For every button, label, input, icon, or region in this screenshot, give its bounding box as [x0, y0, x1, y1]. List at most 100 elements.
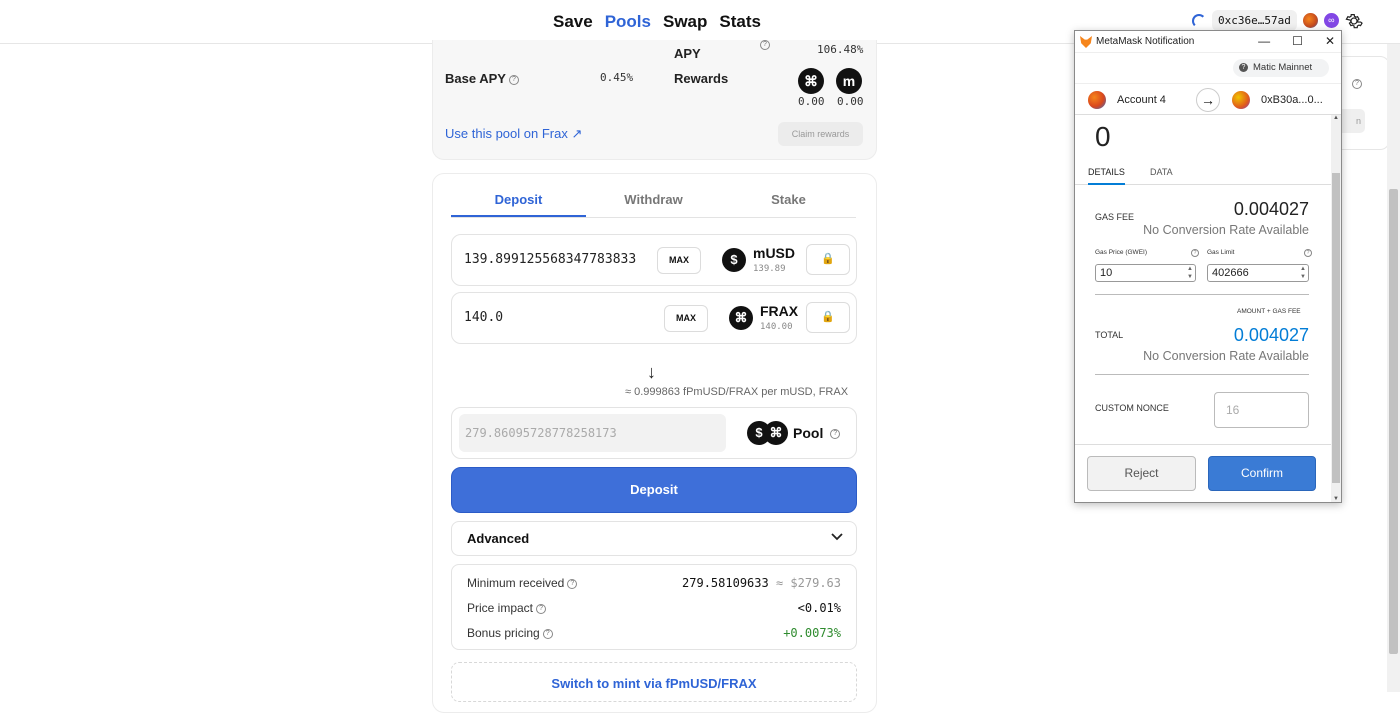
metamask-window-title: MetaMask Notification — [1096, 36, 1195, 47]
arrow-down-icon: ↓ — [647, 362, 656, 382]
pool-output-row: 279.86095728778258173 $ ⌘ Pool ? — [451, 407, 857, 459]
wallet-address[interactable]: 0xc36e…57ad — [1212, 10, 1297, 31]
rewards-label: Rewards — [674, 71, 729, 86]
nav-swap[interactable]: Swap — [663, 12, 707, 32]
musd-balance: 139.89 — [753, 264, 786, 274]
apy-info-icon[interactable]: ? — [760, 40, 770, 50]
base-apy-value: 0.45% — [600, 71, 634, 84]
tab-data[interactable]: DATA — [1150, 167, 1173, 177]
main-nav: Save Pools Swap Stats — [553, 12, 761, 32]
reward-1-value: 0.00 — [798, 95, 825, 108]
min-received-info-icon[interactable]: ? — [567, 578, 578, 589]
metamask-titlebar: MetaMask Notification — ☐ ✕ — [1075, 31, 1341, 53]
base-apy-info-icon[interactable]: ? — [508, 74, 519, 85]
stepper-icon[interactable]: ▲ ▼ — [1300, 265, 1306, 281]
gas-limit-info-icon[interactable]: ? — [1304, 249, 1312, 257]
polygon-network-icon[interactable]: ∞ — [1323, 13, 1339, 28]
frax-pool-icon: ⌘ — [764, 421, 788, 445]
pool-label: Pool ? — [793, 425, 841, 441]
musd-input-row: 139.899125568347783833 MAX $ mUSD 139.89… — [451, 234, 857, 286]
price-impact-label: Price impact? — [467, 601, 547, 615]
bonus-pricing-value: +0.0073% — [783, 626, 841, 640]
tab-details[interactable]: DETAILS — [1088, 167, 1125, 185]
total-conversion: No Conversion Rate Available — [1143, 349, 1309, 363]
musd-token-name: mUSD — [753, 245, 796, 261]
from-account-name: Account 4 — [1117, 94, 1166, 106]
base-apy-label: Base APY? — [445, 71, 519, 86]
from-account-avatar — [1088, 91, 1106, 109]
tab-withdraw[interactable]: Withdraw — [586, 188, 721, 217]
musd-amount-input[interactable]: 139.899125568347783833 — [464, 252, 636, 267]
exchange-rate: ≈ 0.999863 fPmUSD/FRAX per mUSD, FRAX — [625, 386, 849, 398]
to-account-address: 0xB30a...0... — [1261, 94, 1323, 106]
tab-deposit[interactable]: Deposit — [451, 188, 586, 217]
reward-2-value: 0.00 — [837, 95, 864, 108]
to-account-avatar — [1232, 91, 1250, 109]
gear-icon[interactable] — [1345, 12, 1363, 30]
frax-balance: 140.00 — [760, 322, 793, 332]
external-link-icon: ↗ — [571, 126, 583, 141]
gas-price-info-icon[interactable]: ? — [1191, 249, 1199, 257]
gas-price-input[interactable]: 10 ▲ ▼ — [1095, 264, 1196, 282]
tab-stake[interactable]: Stake — [721, 188, 856, 217]
nav-stats[interactable]: Stats — [719, 12, 761, 32]
price-impact-value: <0.01% — [797, 601, 841, 615]
mta-token-icon: m — [836, 68, 862, 94]
pool-info-icon[interactable]: ? — [830, 429, 841, 440]
confirm-button[interactable]: Confirm — [1208, 456, 1316, 491]
stepper-icon[interactable]: ▲ ▼ — [1187, 265, 1193, 281]
wallet-avatar-icon[interactable] — [1302, 13, 1318, 28]
metamask-footer: Reject Confirm — [1075, 444, 1333, 502]
page-scrollbar[interactable] — [1387, 44, 1400, 692]
reject-button[interactable]: Reject — [1087, 456, 1196, 491]
musd-token-icon: $ — [722, 248, 746, 272]
lock-icon: 🔒 — [821, 311, 835, 323]
bonus-pricing-info-icon[interactable]: ? — [542, 628, 553, 639]
gas-price-label: Gas Price (GWEI) — [1095, 249, 1148, 256]
custom-nonce-input[interactable]: 16 — [1214, 392, 1309, 428]
gas-fee-conversion: No Conversion Rate Available — [1143, 223, 1309, 237]
lock-icon: 🔒 — [821, 253, 835, 265]
minimum-received-label: Minimum received? — [467, 576, 578, 590]
metamask-scrollbar[interactable]: ▲ ▼ — [1331, 115, 1341, 502]
info-icon: ? — [1352, 79, 1362, 89]
musd-lock-button[interactable]: 🔒 — [806, 244, 850, 275]
frax-lock-button[interactable]: 🔒 — [806, 302, 850, 333]
network-selector[interactable]: ? Matic Mainnet — [1233, 59, 1329, 77]
loading-spinner-icon — [1192, 13, 1206, 28]
divider — [1095, 374, 1309, 375]
maximize-icon[interactable]: ☐ — [1292, 34, 1303, 48]
frax-max-button[interactable]: MAX — [664, 305, 708, 332]
nav-save[interactable]: Save — [553, 12, 593, 32]
bonus-pricing-label: Bonus pricing? — [467, 626, 553, 640]
divider — [1095, 294, 1309, 295]
advanced-label: Advanced — [467, 531, 530, 546]
gas-fee-label: GAS FEE — [1095, 212, 1135, 222]
action-tabs: Deposit Withdraw Stake — [451, 188, 856, 218]
page-scrollbar-thumb[interactable] — [1389, 189, 1398, 654]
account-transfer-row: Account 4 → 0xB30a...0... — [1075, 83, 1341, 115]
nav-pools[interactable]: Pools — [605, 12, 651, 32]
close-icon[interactable]: ✕ — [1325, 34, 1335, 48]
arrow-right-icon: → — [1196, 88, 1220, 112]
advanced-toggle[interactable]: Advanced — [451, 521, 857, 556]
musd-max-button[interactable]: MAX — [657, 247, 701, 274]
minimize-icon[interactable]: — — [1258, 34, 1270, 48]
scroll-down-icon[interactable]: ▼ — [1333, 496, 1339, 502]
claim-rewards-button[interactable]: Claim rewards — [778, 122, 863, 146]
deposit-button[interactable]: Deposit — [451, 467, 857, 513]
switch-mint-link[interactable]: Switch to mint via fPmUSD/FRAX — [451, 662, 857, 702]
price-impact-info-icon[interactable]: ? — [536, 603, 547, 614]
frax-share-token-icon: ⌘ — [798, 68, 824, 94]
metamask-tabs: DETAILS DATA — [1075, 159, 1333, 185]
gas-limit-label: Gas Limit — [1207, 249, 1235, 256]
metamask-scrollbar-thumb[interactable] — [1332, 173, 1340, 483]
gas-fee-value: 0.004027 — [1233, 199, 1309, 219]
amount-gas-fee-label: AMOUNT + GAS FEE — [1237, 308, 1301, 315]
minimum-received-value: 279.58109633 ≈ $279.63 — [682, 576, 841, 590]
scroll-up-icon[interactable]: ▲ — [1333, 115, 1339, 121]
use-pool-on-frax-link[interactable]: Use this pool on Frax ↗ — [445, 126, 582, 142]
gas-limit-input[interactable]: 402666 ▲ ▼ — [1207, 264, 1309, 282]
frax-amount-input[interactable]: 140.0 — [464, 310, 503, 325]
frax-token-icon: ⌘ — [729, 306, 753, 330]
